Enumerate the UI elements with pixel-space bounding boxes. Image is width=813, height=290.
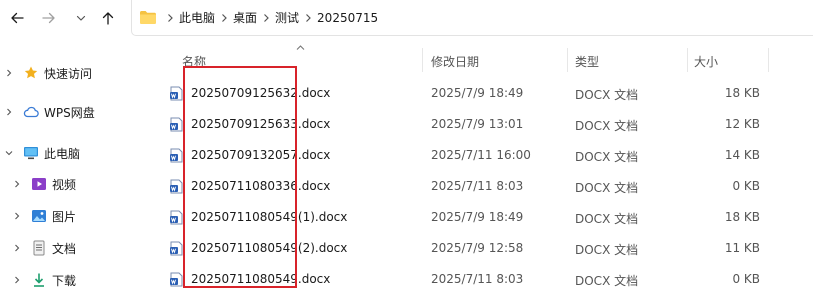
download-icon <box>34 273 44 287</box>
sidebar-item-this-pc[interactable]: 此电脑 <box>0 139 150 167</box>
sidebar-item-label: 此电脑 <box>44 146 81 161</box>
file-type: DOCX 文档 <box>575 274 639 288</box>
document-icon <box>33 240 45 256</box>
video-icon <box>32 178 46 190</box>
sidebar-item-documents[interactable]: 文档 <box>0 234 150 262</box>
chevron-right-icon <box>15 180 20 188</box>
highlight-box <box>183 66 297 288</box>
word-document-icon <box>170 272 183 287</box>
folder-icon <box>139 10 157 25</box>
column-header-date[interactable]: 修改日期 <box>431 53 479 70</box>
sidebar-item-label: 快速访问 <box>44 66 93 81</box>
breadcrumb-desktop[interactable]: 桌面 <box>233 9 257 26</box>
word-document-icon <box>170 179 183 194</box>
file-type: DOCX 文档 <box>575 181 639 195</box>
file-type: DOCX 文档 <box>575 88 639 102</box>
file-date: 2025/7/11 8:03 <box>431 272 524 286</box>
chevron-right-icon <box>15 212 20 220</box>
arrow-up-icon <box>102 12 114 25</box>
arrow-left-icon <box>11 12 24 24</box>
recent-locations-button[interactable] <box>69 6 93 30</box>
sidebar-item-downloads[interactable]: 下载 <box>0 266 150 290</box>
sidebar-item-pictures[interactable]: 图片 <box>0 202 150 230</box>
sidebar-item-videos[interactable]: 视频 <box>0 170 150 198</box>
cloud-icon <box>23 106 39 118</box>
file-explorer-window: 此电脑 桌面 测试 20250715 快速访问 WPS网盘 此电脑 视频 图片 … <box>0 0 813 290</box>
file-type: DOCX 文档 <box>575 212 639 226</box>
column-header-type[interactable]: 类型 <box>575 53 599 70</box>
computer-icon <box>24 147 38 160</box>
file-date: 2025/7/9 13:01 <box>431 117 524 131</box>
word-document-icon <box>170 148 183 163</box>
file-size: 18 KB <box>724 86 760 100</box>
sidebar-item-label: WPS网盘 <box>44 105 95 120</box>
file-date: 2025/7/11 8:03 <box>431 179 524 193</box>
chevron-right-icon <box>15 244 20 252</box>
column-divider[interactable] <box>687 48 688 72</box>
file-size: 14 KB <box>724 148 760 162</box>
up-button[interactable] <box>96 6 120 30</box>
column-divider[interactable] <box>567 48 568 72</box>
file-type: DOCX 文档 <box>575 150 639 164</box>
breadcrumb-this-pc[interactable]: 此电脑 <box>179 9 215 26</box>
chevron-right-icon <box>7 69 12 77</box>
breadcrumb-test[interactable]: 测试 <box>275 9 299 26</box>
column-divider[interactable] <box>768 48 769 72</box>
breadcrumb-separator-icon <box>161 13 179 23</box>
file-type: DOCX 文档 <box>575 243 639 257</box>
sidebar-item-label: 文档 <box>52 241 77 256</box>
sidebar-item-label: 图片 <box>52 209 77 224</box>
chevron-right-icon <box>15 276 20 284</box>
word-document-icon <box>170 241 183 256</box>
breadcrumb-separator-icon <box>215 13 233 23</box>
picture-icon <box>32 210 46 222</box>
column-header-size[interactable]: 大小 <box>694 53 718 70</box>
breadcrumb-current-folder[interactable]: 20250715 <box>317 11 378 25</box>
breadcrumb-separator-icon <box>257 13 275 23</box>
chevron-down-icon <box>5 151 13 156</box>
file-date: 2025/7/9 12:58 <box>431 241 524 255</box>
word-document-icon <box>170 117 183 132</box>
forward-button[interactable] <box>37 6 61 30</box>
word-document-icon <box>170 210 183 225</box>
address-bar[interactable]: 此电脑 桌面 测试 20250715 <box>131 0 813 36</box>
file-date: 2025/7/11 16:00 <box>431 148 531 162</box>
chevron-down-icon <box>76 15 86 21</box>
file-size: 18 KB <box>724 210 760 224</box>
column-divider[interactable] <box>422 48 423 72</box>
file-size: 0 KB <box>732 179 760 193</box>
file-size: 0 KB <box>732 272 760 286</box>
sidebar-item-wps-cloud[interactable]: WPS网盘 <box>0 98 150 126</box>
file-date: 2025/7/9 18:49 <box>431 210 524 224</box>
back-button[interactable] <box>5 6 29 30</box>
file-size: 12 KB <box>724 117 760 131</box>
file-type: DOCX 文档 <box>575 119 639 133</box>
arrow-right-icon <box>42 12 55 24</box>
sidebar-item-label: 视频 <box>52 177 77 192</box>
sidebar-item-quick-access[interactable]: 快速访问 <box>0 59 150 87</box>
sidebar-item-label: 下载 <box>52 273 77 288</box>
star-icon <box>24 66 38 79</box>
chevron-right-icon <box>7 108 12 116</box>
file-size: 11 KB <box>724 241 760 255</box>
breadcrumb-separator-icon <box>299 13 317 23</box>
file-date: 2025/7/9 18:49 <box>431 86 524 100</box>
sort-ascending-icon <box>296 45 305 50</box>
word-document-icon <box>170 86 183 101</box>
